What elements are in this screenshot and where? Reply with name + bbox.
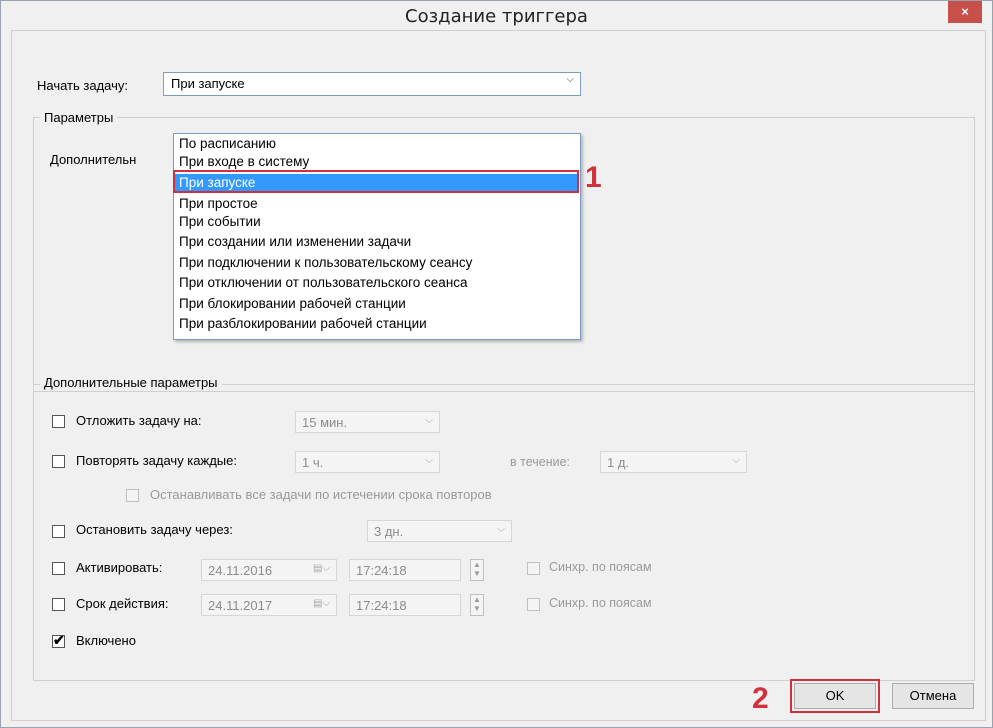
create-trigger-dialog: Создание триггера × Начать задачу: При з… (0, 0, 993, 728)
expire-date-value: 24.11.2017 (208, 598, 273, 613)
repeat-value: 1 ч. (302, 455, 324, 470)
repeat-combo[interactable]: 1 ч. ⌵ (295, 451, 440, 473)
stop-after-value: 3 дн. (374, 524, 404, 539)
stop-after-combo[interactable]: 3 дн. ⌵ (367, 520, 512, 542)
highlight-box-startup (173, 170, 579, 193)
delay-combo[interactable]: 15 мин. ⌵ (295, 411, 440, 433)
activate-date-picker[interactable]: 24.11.2016 ▤⌵ (201, 559, 337, 581)
begin-task-label: Начать задачу: (37, 78, 128, 93)
stop-all-label: Останавливать все задачи по истечении ср… (150, 487, 492, 502)
expire-label: Срок действия: (76, 596, 169, 611)
title-bar: Создание триггера × (1, 1, 992, 29)
stop-all-checkbox[interactable] (126, 489, 139, 502)
dialog-body: Начать задачу: При запуске ⌵ Параметры Д… (11, 30, 986, 721)
begin-task-dropdown-list: По расписанию При входе в систему При за… (173, 133, 581, 340)
activate-time-value: 17:24:18 (356, 563, 407, 578)
repeat-duration-value: 1 д. (607, 455, 630, 470)
activate-checkbox[interactable] (52, 562, 65, 575)
delay-checkbox[interactable] (52, 415, 65, 428)
option-on-session-disconnect[interactable]: При отключении от пользовательского сеан… (175, 274, 579, 292)
expire-checkbox[interactable] (52, 598, 65, 611)
repeat-label: Повторять задачу каждые: (76, 453, 237, 468)
option-on-workstation-unlock[interactable]: При разблокировании рабочей станции (175, 315, 579, 333)
expire-sync-label: Синхр. по поясам (549, 596, 652, 610)
option-on-workstation-lock[interactable]: При блокировании рабочей станции (175, 295, 579, 313)
parameters-legend: Параметры (40, 110, 118, 125)
repeat-duration-label: в течение: (510, 455, 571, 469)
activate-time-spinner[interactable]: ▲ ▼ (470, 559, 484, 581)
window-title: Создание триггера (405, 6, 588, 27)
chevron-down-icon: ⌵ (425, 455, 433, 466)
enabled-checkbox[interactable]: ✔ (52, 632, 65, 648)
begin-task-combo[interactable]: При запуске ⌵ (163, 72, 581, 96)
activate-time-field[interactable]: 17:24:18 (349, 559, 461, 581)
option-on-event[interactable]: При событии (175, 213, 579, 231)
option-at-logon[interactable]: При входе в систему (175, 153, 579, 171)
calendar-icon: ▤⌵ (312, 598, 330, 609)
expire-sync-checkbox[interactable] (527, 598, 540, 611)
option-on-idle[interactable]: При простое (175, 195, 579, 213)
close-button[interactable]: × (948, 1, 982, 23)
activate-label: Активировать: (76, 560, 163, 575)
calendar-icon: ▤⌵ (312, 563, 330, 574)
option-on-session-connect[interactable]: При подключении к пользовательскому сеан… (175, 254, 579, 272)
begin-task-value: При запуске (171, 76, 245, 91)
expire-time-value: 17:24:18 (356, 598, 407, 613)
stop-after-checkbox[interactable] (52, 525, 65, 538)
repeat-checkbox[interactable] (52, 455, 65, 468)
additional-label-partial: Дополнительн (50, 152, 137, 167)
expire-date-picker[interactable]: 24.11.2017 ▤⌵ (201, 594, 337, 616)
option-on-task-create[interactable]: При создании или изменении задачи (175, 233, 579, 251)
repeat-duration-combo[interactable]: 1 д. ⌵ (600, 451, 747, 473)
stop-after-label: Остановить задачу через: (76, 522, 233, 537)
annotation-marker-1: 1 (585, 161, 602, 194)
delay-value: 15 мин. (302, 415, 348, 430)
ok-button[interactable]: OK (794, 683, 876, 709)
chevron-down-icon: ⌵ (497, 524, 505, 535)
activate-sync-label: Синхр. по поясам (549, 560, 652, 574)
delay-label: Отложить задачу на: (76, 413, 202, 428)
chevron-down-icon: ⌵ (425, 415, 433, 426)
activate-sync-checkbox[interactable] (527, 562, 540, 575)
check-icon: ✔ (53, 632, 65, 648)
activate-date-value: 24.11.2016 (208, 563, 273, 578)
expire-time-spinner[interactable]: ▲ ▼ (470, 594, 484, 616)
advanced-parameters-legend: Дополнительные параметры (40, 375, 222, 390)
chevron-down-icon: ⌵ (566, 74, 574, 85)
enabled-label: Включено (76, 633, 136, 648)
expire-time-field[interactable]: 17:24:18 (349, 594, 461, 616)
option-on-schedule[interactable]: По расписанию (175, 135, 579, 153)
close-icon: × (961, 4, 969, 19)
cancel-button[interactable]: Отмена (892, 683, 974, 709)
chevron-down-icon: ⌵ (732, 455, 740, 466)
annotation-marker-2: 2 (752, 682, 769, 715)
